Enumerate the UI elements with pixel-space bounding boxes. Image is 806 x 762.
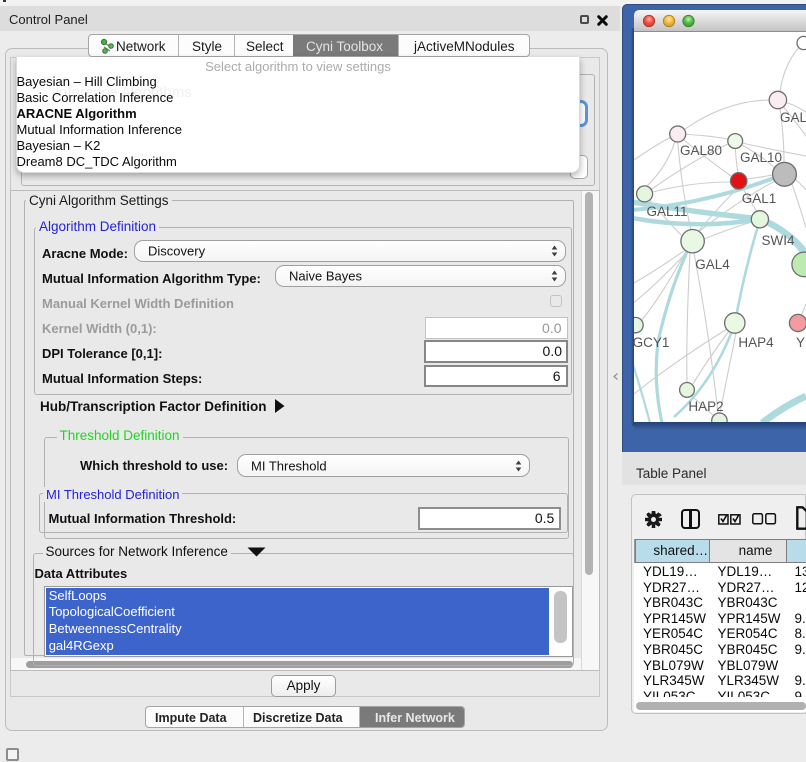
svg-text:GCY1: GCY1 [634, 335, 669, 350]
svg-text:GAL1: GAL1 [742, 191, 777, 206]
svg-text:GAL80: GAL80 [680, 143, 722, 158]
svg-text:HAP2: HAP2 [688, 399, 723, 414]
svg-text:GAL7: GAL7 [780, 110, 806, 125]
svg-text:HAP4: HAP4 [738, 335, 774, 350]
svg-text:GAL10: GAL10 [740, 150, 782, 165]
svg-text:Y: Y [796, 335, 805, 350]
svg-text:GAL4: GAL4 [695, 257, 730, 272]
svg-text:SWI4: SWI4 [761, 233, 794, 248]
svg-text:GAL11: GAL11 [646, 204, 687, 219]
